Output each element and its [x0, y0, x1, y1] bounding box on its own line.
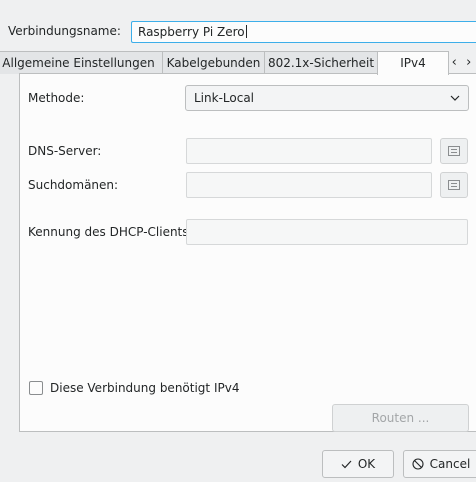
chevron-left-icon[interactable]: ‹: [452, 55, 457, 70]
dns-server-label: DNS-Server:: [28, 144, 102, 158]
ipv4-panel: [19, 73, 476, 432]
method-value: Link-Local: [194, 91, 255, 105]
dns-server-input[interactable]: [186, 138, 432, 164]
connection-name-input[interactable]: Raspberry Pi Zero: [131, 21, 476, 43]
tab-8021x-security[interactable]: 802.1x-Sicherheit: [264, 51, 378, 74]
connection-name-label: Verbindungsname:: [8, 24, 121, 38]
list-edit-icon: [448, 146, 460, 156]
dhcp-client-id-label: Kennung des DHCP-Clients:: [28, 225, 193, 239]
ok-button[interactable]: OK: [322, 450, 394, 478]
require-ipv4-checkbox[interactable]: [29, 381, 43, 395]
text-caret: [245, 25, 247, 38]
cancel-icon: [412, 458, 424, 470]
routes-button[interactable]: Routen ...: [332, 404, 469, 432]
chevron-right-icon[interactable]: ›: [466, 55, 471, 70]
checkmark-icon: [341, 460, 352, 468]
search-domains-input[interactable]: [186, 172, 432, 198]
list-edit-icon: [448, 180, 460, 190]
dhcp-client-id-input[interactable]: [186, 219, 468, 245]
tab-bar: Allgemeine Einstellungen Kabelgebunden 8…: [0, 51, 476, 75]
chevron-down-icon: [450, 86, 460, 118]
dns-server-edit-button[interactable]: [440, 138, 468, 164]
connection-name-value: Raspberry Pi Zero: [138, 25, 245, 39]
tab-scroll-buttons: ‹ ›: [447, 51, 476, 74]
require-ipv4-label: Diese Verbindung benötigt IPv4: [50, 381, 240, 395]
method-select[interactable]: Link-Local: [185, 85, 469, 111]
cancel-button[interactable]: Cancel: [403, 450, 476, 478]
tab-general-settings[interactable]: Allgemeine Einstellungen: [0, 51, 163, 74]
tab-ipv4[interactable]: IPv4: [377, 51, 449, 75]
search-domains-label: Suchdomänen:: [28, 178, 119, 192]
tab-wired[interactable]: Kabelgebunden: [162, 51, 265, 74]
method-label: Methode:: [28, 91, 85, 105]
search-domains-edit-button[interactable]: [440, 172, 468, 198]
